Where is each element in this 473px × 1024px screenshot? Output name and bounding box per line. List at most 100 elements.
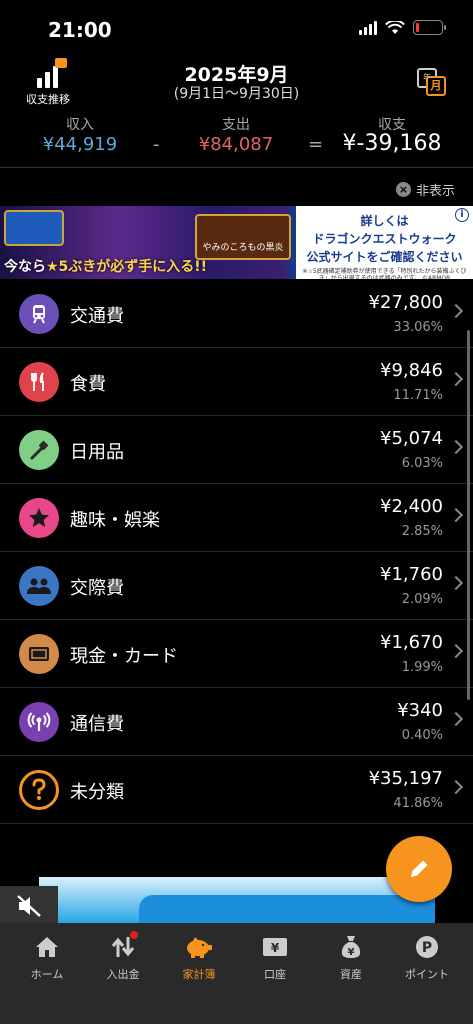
category-name: 現金・カード	[70, 646, 178, 667]
category-percent: 2.09%	[401, 592, 443, 607]
add-entry-button[interactable]	[386, 836, 452, 902]
ad-banner[interactable]: 今なら★5ぶきが必ず手に入る!! やみのころもの黒炎 詳しくは ドラゴンクエスト…	[0, 206, 473, 279]
piggy-bank-icon	[184, 933, 214, 961]
ad-hide-button[interactable]: × 非表示	[395, 180, 455, 199]
tab-label: ホーム	[30, 968, 64, 981]
battery-icon	[413, 20, 446, 35]
chevron-right-icon	[448, 507, 464, 523]
ad-disclaimer: ※☆5武器確定補助券が使用できる「特別れたから装備ふくびき」から出現するのは武器…	[302, 268, 467, 279]
train-icon	[19, 294, 59, 334]
transfer-icon	[108, 931, 138, 961]
income-value: ¥44,919	[42, 134, 118, 155]
ad-headline-a: 今なら	[4, 259, 46, 275]
money-bag-icon: ¥	[336, 933, 366, 961]
bank-account-icon: ¥	[260, 933, 290, 961]
pencil-icon	[411, 860, 428, 877]
category-name: 通信費	[70, 714, 124, 735]
status-icons	[359, 20, 446, 35]
category-list: 交通費 ¥27,800 33.06% 食費 ¥9,846 11.71% 日用品 …	[0, 280, 473, 824]
category-percent: 11.71%	[393, 388, 443, 403]
tab-bar: ホーム 入出金 家計簿 ¥ 口座 ¥ 資産 P ポイント	[0, 923, 473, 1024]
category-percent: 1.99%	[401, 660, 443, 675]
tab-label: ポイント	[405, 968, 449, 981]
category-name: 趣味・娯楽	[70, 510, 160, 531]
category-percent: 6.03%	[401, 456, 443, 471]
people-icon	[19, 566, 59, 606]
category-percent: 41.86%	[393, 796, 443, 811]
close-icon: ×	[395, 182, 411, 197]
category-row-transport[interactable]: 交通費 ¥27,800 33.06%	[0, 280, 473, 348]
category-row-cash-card[interactable]: 現金・カード ¥1,670 1.99%	[0, 620, 473, 688]
ad-hide-label: 非表示	[415, 184, 455, 199]
chevron-right-icon	[448, 575, 464, 591]
ad-info-panel: 詳しくは ドラゴンクエストウォーク 公式サイトをご確認ください ※☆5武器確定補…	[296, 206, 473, 279]
ad-headline-b: ★5ぶきが必ず手に入る!!	[46, 259, 208, 275]
category-row-food[interactable]: 食費 ¥9,846 11.71%	[0, 348, 473, 416]
chevron-right-icon	[448, 439, 464, 455]
scrollbar[interactable]	[467, 330, 470, 700]
category-name: 食費	[70, 374, 106, 395]
tab-label: 家計簿	[182, 968, 216, 981]
video-ad[interactable]	[39, 877, 435, 923]
tab-assets[interactable]: ¥ 資産	[312, 933, 390, 993]
svg-text:P: P	[422, 940, 432, 956]
category-amount: ¥1,760	[380, 564, 443, 585]
category-percent: 33.06%	[393, 320, 443, 335]
category-row-social[interactable]: 交際費 ¥1,760 2.09%	[0, 552, 473, 620]
category-amount: ¥9,846	[380, 360, 443, 381]
tab-points[interactable]: P ポイント	[388, 933, 466, 993]
category-amount: ¥340	[397, 700, 443, 721]
notification-dot	[130, 931, 138, 939]
category-row-uncategorized[interactable]: 未分類 ¥35,197 41.86%	[0, 756, 473, 824]
status-time: 21:00	[48, 18, 112, 42]
points-icon: P	[412, 933, 442, 961]
chevron-right-icon	[448, 371, 464, 387]
chevron-right-icon	[448, 711, 464, 727]
video-ad-content	[139, 895, 435, 923]
minus-sign: -	[153, 134, 160, 155]
category-percent: 0.40%	[401, 728, 443, 743]
tab-household-book[interactable]: 家計簿	[160, 933, 238, 993]
ad-badge: やみのころもの黒炎	[195, 214, 291, 260]
tab-accounts[interactable]: ¥ 口座	[236, 933, 314, 993]
question-icon	[19, 770, 59, 810]
wifi-icon	[385, 20, 405, 34]
category-amount: ¥35,197	[368, 768, 443, 789]
category-row-communication[interactable]: 通信費 ¥340 0.40%	[0, 688, 473, 756]
expense-value: ¥84,087	[198, 134, 274, 155]
toothbrush-icon	[19, 430, 59, 470]
ad-line3: 公式サイトをご確認ください	[306, 250, 463, 264]
chevron-right-icon	[448, 779, 464, 795]
tab-transactions[interactable]: 入出金	[84, 931, 162, 993]
date-range: (9月1日〜9月30日)	[173, 86, 300, 102]
category-name: 交際費	[70, 578, 124, 599]
ad-line1: 詳しくは	[360, 214, 409, 228]
home-icon	[32, 933, 62, 961]
tab-label: 口座	[264, 968, 286, 981]
tab-label: 入出金	[106, 968, 140, 981]
antenna-icon	[19, 702, 59, 742]
fork-knife-icon	[19, 362, 59, 402]
expense-label: 支出	[222, 117, 250, 133]
category-percent: 2.85%	[401, 524, 443, 539]
svg-text:¥: ¥	[271, 941, 280, 955]
summary-bar: 収入 ¥44,919 - 支出 ¥84,087 = 収支 ¥-39,168	[0, 112, 473, 168]
svg-text:¥: ¥	[348, 947, 355, 958]
category-row-daily-goods[interactable]: 日用品 ¥5,074 6.03%	[0, 416, 473, 484]
mute-button[interactable]	[0, 886, 58, 926]
ad-headline: 今なら★5ぶきが必ず手に入る!!	[4, 256, 207, 276]
category-amount: ¥5,074	[380, 428, 443, 449]
category-amount: ¥1,670	[380, 632, 443, 653]
calendar-button[interactable]: 年 月	[417, 68, 446, 96]
category-row-hobby[interactable]: 趣味・娯楽 ¥2,400 2.85%	[0, 484, 473, 552]
ad-game-logo	[4, 210, 64, 246]
balance-value: ¥-39,168	[342, 131, 442, 156]
star-icon	[19, 498, 59, 538]
tab-home[interactable]: ホーム	[8, 933, 86, 993]
speaker-muted-icon	[17, 895, 41, 917]
ad-info-icon[interactable]: i	[455, 208, 469, 222]
chevron-right-icon	[448, 303, 464, 319]
header: 収支推移 2025年9月 (9月1日〜9月30日) 年 月	[0, 58, 473, 110]
cellular-signal-icon	[359, 20, 377, 35]
category-name: 交通費	[70, 306, 124, 327]
